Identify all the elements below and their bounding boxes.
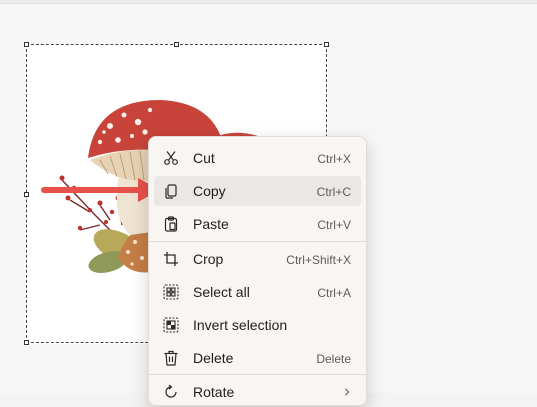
menu-item-label: Cut xyxy=(193,150,215,166)
menu-item-label: Rotate xyxy=(193,384,235,400)
menu-item-cut[interactable]: Cut Ctrl+X xyxy=(154,143,361,173)
menu-item-rotate[interactable]: Rotate xyxy=(154,377,361,407)
selection-handle-bottom-left[interactable] xyxy=(24,340,29,345)
selection-handle-top-left[interactable] xyxy=(24,42,29,47)
menu-separator xyxy=(149,374,366,375)
menu-item-invert-selection[interactable]: Invert selection xyxy=(154,310,361,340)
chevron-right-icon xyxy=(345,388,350,396)
menu-item-shortcut: Ctrl+A xyxy=(317,286,351,300)
selection-handle-middle-left[interactable] xyxy=(24,192,29,197)
menu-item-select-all[interactable]: Select all Ctrl+A xyxy=(154,277,361,307)
menu-item-paste[interactable]: Paste Ctrl+V xyxy=(154,209,361,239)
crop-icon xyxy=(164,252,178,266)
paste-icon xyxy=(164,216,178,232)
menu-separator xyxy=(149,241,366,242)
invert-selection-icon xyxy=(163,317,179,333)
menu-item-label: Delete xyxy=(193,350,234,366)
menu-item-label: Crop xyxy=(193,251,224,267)
rotate-icon xyxy=(165,384,177,398)
menu-item-label: Select all xyxy=(193,284,250,300)
menu-item-shortcut: Ctrl+X xyxy=(317,152,351,166)
copy-icon xyxy=(165,184,177,199)
selection-handle-top-center[interactable] xyxy=(174,42,179,47)
context-menu: Cut Ctrl+X Copy Ctrl+C Paste Ctrl+V Crop… xyxy=(148,136,367,406)
select-all-icon xyxy=(163,284,179,300)
menu-item-shortcut: Delete xyxy=(316,352,351,366)
menu-item-label: Copy xyxy=(193,183,226,199)
menu-item-shortcut: Ctrl+C xyxy=(316,185,351,199)
menu-item-label: Paste xyxy=(193,216,229,232)
menu-item-copy[interactable]: Copy Ctrl+C xyxy=(154,176,361,206)
selection-handle-top-right[interactable] xyxy=(324,42,329,47)
menu-item-label: Invert selection xyxy=(193,317,288,333)
menu-item-crop[interactable]: Crop Ctrl+Shift+X xyxy=(154,244,361,274)
menu-item-shortcut: Ctrl+Shift+X xyxy=(286,253,351,267)
scissors-icon xyxy=(164,151,178,165)
menu-item-shortcut: Ctrl+V xyxy=(317,218,351,232)
trash-icon xyxy=(164,350,178,366)
menu-item-delete[interactable]: Delete Delete xyxy=(154,343,361,373)
